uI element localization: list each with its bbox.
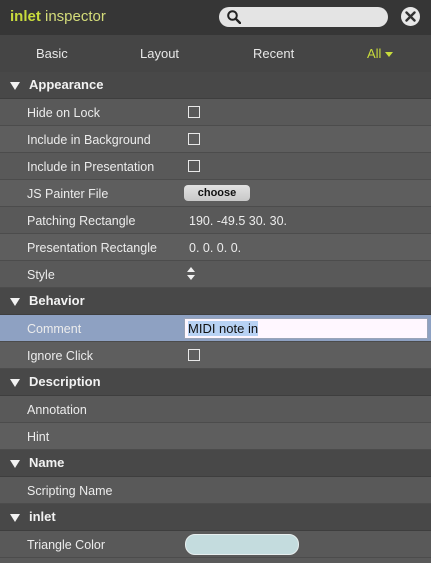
arrow-down-icon <box>187 275 195 280</box>
row-label: JS Painter File <box>27 187 109 201</box>
tab-bar: Basic Layout Recent All <box>0 35 431 72</box>
chevron-down-icon <box>385 52 394 58</box>
tab-all-label: All <box>367 46 382 61</box>
tab-recent[interactable]: Recent <box>253 46 294 61</box>
comment-field-text: MIDI note in <box>188 321 259 336</box>
row-patching-rectangle: Patching Rectangle 190. -49.5 30. 30. <box>0 207 431 234</box>
row-triangle-color: Triangle Color <box>0 531 431 558</box>
close-icon <box>405 11 416 22</box>
style-stepper[interactable] <box>187 267 195 283</box>
arrow-up-icon <box>187 267 195 272</box>
disclosure-triangle-icon <box>10 298 20 306</box>
row-include-in-presentation: Include in Presentation <box>0 153 431 180</box>
row-include-in-background: Include in Background <box>0 126 431 153</box>
ignore-click-checkbox[interactable] <box>188 349 200 361</box>
row-label: Hint <box>27 430 50 444</box>
presentation-rectangle-value[interactable]: 0. 0. 0. 0. <box>189 241 241 255</box>
title-bar: inlet inspector <box>0 0 431 35</box>
window-title: inlet inspector <box>10 8 106 25</box>
section-appearance[interactable]: Appearance <box>0 72 431 99</box>
row-label: Ignore Click <box>27 349 93 363</box>
section-name[interactable]: Name <box>0 450 431 477</box>
tab-layout[interactable]: Layout <box>140 46 179 61</box>
tab-basic[interactable]: Basic <box>36 46 68 61</box>
include-in-background-checkbox[interactable] <box>188 133 200 145</box>
section-behavior[interactable]: Behavior <box>0 288 431 315</box>
disclosure-triangle-icon <box>10 460 20 468</box>
row-comment: Comment MIDI note in <box>0 315 431 342</box>
patching-rectangle-value[interactable]: 190. -49.5 30. 30. <box>189 214 287 228</box>
window-title-accent: inlet <box>10 8 41 25</box>
section-description[interactable]: Description <box>0 369 431 396</box>
row-label: Presentation Rectangle <box>27 241 157 255</box>
row-label: Annotation <box>27 403 87 417</box>
inspector-list: Appearance Hide on Lock Include in Backg… <box>0 72 431 558</box>
hide-on-lock-checkbox[interactable] <box>188 106 200 118</box>
row-label: Include in Presentation <box>27 160 155 174</box>
row-label: Patching Rectangle <box>27 214 136 228</box>
row-annotation[interactable]: Annotation <box>0 396 431 423</box>
row-js-painter-file: JS Painter File choose <box>0 180 431 207</box>
section-title: Behavior <box>29 293 85 308</box>
row-label: Include in Background <box>27 133 151 147</box>
close-button[interactable] <box>401 7 420 26</box>
row-label: Comment <box>27 322 82 336</box>
window-title-rest: inspector <box>40 8 106 25</box>
row-ignore-click: Ignore Click <box>0 342 431 369</box>
row-label: Hide on Lock <box>27 106 100 120</box>
row-scripting-name[interactable]: Scripting Name <box>0 477 431 504</box>
section-title: Appearance <box>29 77 104 92</box>
disclosure-triangle-icon <box>10 82 20 90</box>
include-in-presentation-checkbox[interactable] <box>188 160 200 172</box>
section-inlet[interactable]: inlet <box>0 504 431 531</box>
comment-field[interactable]: MIDI note in <box>184 318 428 339</box>
row-hide-on-lock: Hide on Lock <box>0 99 431 126</box>
row-presentation-rectangle: Presentation Rectangle 0. 0. 0. 0. <box>0 234 431 261</box>
row-label: Triangle Color <box>27 538 106 552</box>
section-title: inlet <box>29 509 56 524</box>
search-input[interactable] <box>219 7 388 27</box>
tab-all[interactable]: All <box>367 46 394 61</box>
row-hint[interactable]: Hint <box>0 423 431 450</box>
disclosure-triangle-icon <box>10 514 20 522</box>
search-icon <box>227 10 241 24</box>
triangle-color-swatch[interactable] <box>185 534 299 555</box>
row-style: Style <box>0 261 431 288</box>
choose-button[interactable]: choose <box>184 185 250 201</box>
row-label: Scripting Name <box>27 484 113 498</box>
row-label: Style <box>27 268 55 282</box>
disclosure-triangle-icon <box>10 379 20 387</box>
section-title: Name <box>29 455 65 470</box>
section-title: Description <box>29 374 101 389</box>
